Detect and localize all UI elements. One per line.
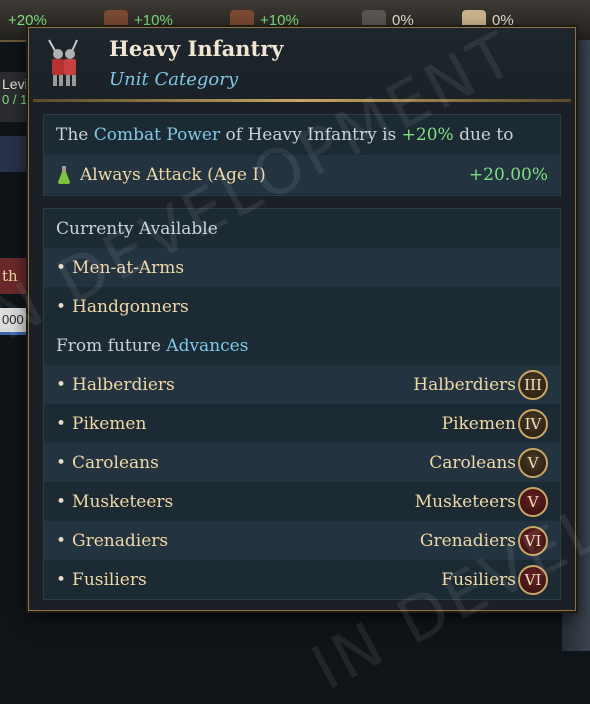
bullet: • bbox=[56, 491, 67, 512]
combat-power-link[interactable]: Combat Power bbox=[94, 125, 220, 145]
unit-name: Grenadiers bbox=[72, 530, 169, 551]
bullet: • bbox=[56, 530, 67, 551]
future-unit-row: • Fusiliers Fusiliers VI bbox=[44, 560, 560, 599]
bullet: • bbox=[56, 569, 67, 590]
bullet: • bbox=[56, 374, 67, 395]
tooltip-subtitle: Unit Category bbox=[109, 69, 238, 90]
heavy-infantry-icon bbox=[48, 39, 78, 86]
modifier-label: Always Attack (Age I) bbox=[80, 164, 266, 185]
advance-name: Musketeers bbox=[414, 491, 516, 512]
summary-middle: of Heavy Infantry is bbox=[220, 124, 402, 145]
unit-name: Halberdiers bbox=[72, 374, 175, 395]
advances-link[interactable]: Advances bbox=[166, 336, 248, 356]
future-unit-row: • Caroleans Caroleans V bbox=[44, 443, 560, 482]
topbar-value: +20% bbox=[8, 11, 47, 29]
advance-name: Halberdiers bbox=[413, 374, 516, 395]
unit-category-tooltip: Heavy Infantry Unit Category The Combat … bbox=[28, 27, 576, 611]
red-banner-label: th bbox=[2, 267, 18, 285]
unit-name: Handgonners bbox=[72, 296, 189, 317]
list-item: • Men-at-Arms bbox=[44, 248, 560, 287]
bullet: • bbox=[56, 257, 67, 278]
advance-ref[interactable]: Caroleans V bbox=[429, 443, 548, 482]
age-badge-icon: IV bbox=[518, 408, 548, 439]
advance-name: Grenadiers bbox=[419, 530, 516, 551]
summary-value: +20% bbox=[401, 124, 454, 145]
unit-name: Pikemen bbox=[72, 413, 147, 434]
topbar-value: 0% bbox=[392, 11, 414, 29]
future-unit-row: • Grenadiers Grenadiers VI bbox=[44, 521, 560, 560]
advance-name: Fusiliers bbox=[441, 569, 516, 590]
bullet: • bbox=[56, 452, 67, 473]
combat-power-section: The Combat Power of Heavy Infantry is +2… bbox=[43, 114, 561, 196]
topbar-value: 0% bbox=[492, 11, 514, 29]
age-badge-icon: III bbox=[518, 369, 548, 400]
unit-name: Caroleans bbox=[72, 452, 159, 473]
topbar-value: +10% bbox=[260, 11, 299, 29]
available-header-label: Currenty Available bbox=[56, 218, 218, 239]
bullet: • bbox=[56, 296, 67, 317]
topbar-value: +10% bbox=[134, 11, 173, 29]
tooltip-header: Heavy Infantry Unit Category bbox=[29, 28, 575, 100]
available-header: Currenty Available bbox=[44, 209, 560, 248]
flask-icon bbox=[58, 165, 70, 184]
advance-ref[interactable]: Fusiliers VI bbox=[441, 560, 548, 599]
unit-name: Men-at-Arms bbox=[72, 257, 185, 278]
age-badge-icon: VI bbox=[518, 525, 548, 556]
modifier-value: +20.00% bbox=[468, 164, 548, 185]
age-badge-icon: V bbox=[518, 447, 548, 478]
list-item: • Handgonners bbox=[44, 287, 560, 326]
number-field-value: 000 bbox=[2, 312, 24, 327]
future-unit-row: • Halberdiers Halberdiers III bbox=[44, 365, 560, 404]
advance-ref[interactable]: Grenadiers VI bbox=[420, 521, 548, 560]
summary-suffix: due to bbox=[453, 124, 514, 145]
future-unit-row: • Musketeers Musketeers V bbox=[44, 482, 560, 521]
advance-ref[interactable]: Halberdiers III bbox=[413, 365, 548, 404]
age-badge-icon: V bbox=[518, 486, 548, 517]
age-badge-icon: VI bbox=[518, 564, 548, 595]
bullet: • bbox=[56, 413, 67, 434]
summary-prefix: The bbox=[56, 124, 94, 145]
advance-name: Caroleans bbox=[429, 452, 516, 473]
tooltip-title: Heavy Infantry bbox=[109, 36, 284, 61]
unit-name: Fusiliers bbox=[72, 569, 147, 590]
advance-name: Pikemen bbox=[441, 413, 516, 434]
future-header-prefix: From future bbox=[56, 335, 167, 356]
modifier-row: Always Attack (Age I) +20.00% bbox=[44, 155, 560, 194]
advance-ref[interactable]: Pikemen IV bbox=[442, 404, 548, 443]
header-divider bbox=[33, 99, 571, 102]
units-section: Currenty Available • Men-at-Arms • Handg… bbox=[43, 208, 561, 600]
advance-ref[interactable]: Musketeers V bbox=[415, 482, 548, 521]
combat-power-summary: The Combat Power of Heavy Infantry is +2… bbox=[44, 115, 560, 154]
unit-name: Musketeers bbox=[72, 491, 174, 512]
future-header: From future Advances bbox=[44, 326, 560, 365]
future-unit-row: • Pikemen Pikemen IV bbox=[44, 404, 560, 443]
